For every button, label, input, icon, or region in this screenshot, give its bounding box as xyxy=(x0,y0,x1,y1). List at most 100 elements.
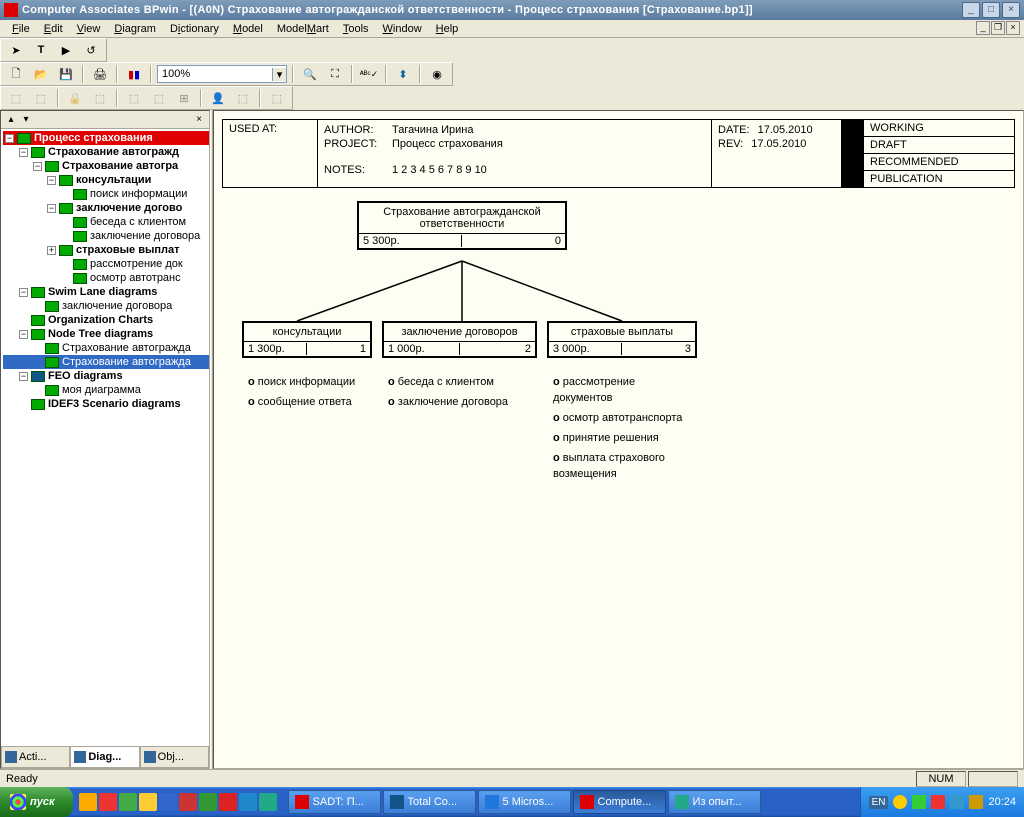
nav-up-icon[interactable]: ▴ xyxy=(5,114,17,125)
ql-icon[interactable] xyxy=(219,793,237,811)
tree-item[interactable]: беседа с клиентом xyxy=(3,215,209,229)
ql-icon[interactable] xyxy=(79,793,97,811)
tree-item[interactable]: −Страхование автогражд xyxy=(3,145,209,159)
ql-icon[interactable] xyxy=(159,793,177,811)
close-button[interactable]: × xyxy=(1002,2,1020,18)
tree-item[interactable]: заключение договора xyxy=(3,299,209,313)
menu-modelmart[interactable]: ModelMart xyxy=(271,22,335,36)
taskbar-button[interactable]: Из опыт... xyxy=(668,790,761,814)
expand-icon[interactable]: − xyxy=(19,288,28,297)
menu-view[interactable]: View xyxy=(71,22,107,36)
tree-item[interactable]: −заключение догово xyxy=(3,201,209,215)
lock-icon: 🔒 xyxy=(64,88,86,108)
ql-icon[interactable] xyxy=(139,793,157,811)
taskbar-button[interactable]: 5 Micros... xyxy=(478,790,571,814)
taskbar-button[interactable]: SADT: П... xyxy=(288,790,381,814)
tab-diagrams[interactable]: Diag... xyxy=(70,747,139,768)
child-node[interactable]: заключение договоров1 000р.2 xyxy=(382,321,537,358)
tab-activities[interactable]: Acti... xyxy=(1,747,70,768)
tray-icon[interactable] xyxy=(893,795,907,809)
ql-icon[interactable] xyxy=(259,793,277,811)
tree-item[interactable]: Страхование автогражда xyxy=(3,341,209,355)
minimize-button[interactable]: _ xyxy=(962,2,980,18)
taskbar-button[interactable]: Total Co... xyxy=(383,790,476,814)
expand-icon[interactable]: − xyxy=(33,162,42,171)
person-icon[interactable]: 👤 xyxy=(207,88,229,108)
tree-item[interactable]: Organization Charts xyxy=(3,313,209,327)
tray-shield-icon[interactable] xyxy=(931,795,945,809)
language-indicator[interactable]: EN xyxy=(869,796,889,809)
new-icon[interactable]: 🗋 xyxy=(5,64,27,84)
mdi-close-button[interactable]: × xyxy=(1006,21,1020,35)
refresh-icon[interactable]: ↺ xyxy=(80,40,102,60)
tray-icon[interactable] xyxy=(950,795,964,809)
menu-edit[interactable]: Edit xyxy=(38,22,69,36)
menu-tools[interactable]: Tools xyxy=(337,22,375,36)
tree-item[interactable]: моя диаграмма xyxy=(3,383,209,397)
tree-item[interactable]: +страховые выплат xyxy=(3,243,209,257)
taskbar-button[interactable]: Compute... xyxy=(573,790,666,814)
expand-icon[interactable]: − xyxy=(5,134,14,143)
tree-item[interactable]: −Страхование автогра xyxy=(3,159,209,173)
menu-window[interactable]: Window xyxy=(377,22,428,36)
explorer-icon[interactable]: ▮▮ xyxy=(123,64,145,84)
pointer-tool-icon[interactable]: ➤ xyxy=(5,40,27,60)
start-button[interactable]: пуск xyxy=(0,787,73,817)
play-icon[interactable]: ▶ xyxy=(55,40,77,60)
expand-icon[interactable]: − xyxy=(47,176,56,185)
tree-item[interactable]: −FEO diagrams xyxy=(3,369,209,383)
menu-help[interactable]: Help xyxy=(430,22,465,36)
ql-icon[interactable] xyxy=(199,793,217,811)
expand-icon[interactable]: − xyxy=(19,148,28,157)
child-node[interactable]: страховые выплаты3 000р.3 xyxy=(547,321,697,358)
text-tool-icon[interactable]: T xyxy=(30,40,52,60)
expand-icon[interactable]: − xyxy=(47,204,56,213)
menu-dictionary[interactable]: Dictionary xyxy=(164,22,225,36)
tree-item[interactable]: осмотр автотранс xyxy=(3,271,209,285)
tree-item[interactable]: IDEF3 Scenario diagrams xyxy=(3,397,209,411)
tree-item[interactable]: −Node Tree diagrams xyxy=(3,327,209,341)
menu-model[interactable]: Model xyxy=(227,22,269,36)
close-panel-icon[interactable]: × xyxy=(193,114,205,125)
clock[interactable]: 20:24 xyxy=(988,796,1016,808)
spellcheck-icon[interactable]: ᴬᴮᶜ✓ xyxy=(358,64,380,84)
hierarchy-icon[interactable]: ⬍ xyxy=(392,64,414,84)
ql-icon[interactable] xyxy=(99,793,117,811)
expand-icon[interactable]: − xyxy=(19,372,28,381)
ql-icon[interactable] xyxy=(119,793,137,811)
zoom-in-icon[interactable]: 🔍 xyxy=(299,64,321,84)
mm5-icon: ⬚ xyxy=(148,88,170,108)
child-node[interactable]: консультации1 300р.1 xyxy=(242,321,372,358)
menu-file[interactable]: File xyxy=(6,22,36,36)
tree-item[interactable]: заключение договора xyxy=(3,229,209,243)
menu-diagram[interactable]: Diagram xyxy=(108,22,162,36)
ql-icon[interactable] xyxy=(179,793,197,811)
print-icon[interactable]: 🖨 xyxy=(89,64,111,84)
tree-item[interactable]: −Процесс страхования xyxy=(3,131,209,145)
expand-icon[interactable]: − xyxy=(19,330,28,339)
ql-icon[interactable] xyxy=(239,793,257,811)
diagram-header: USED AT: AUTHOR:Тагачина Ирина PROJECT:П… xyxy=(222,119,1015,188)
save-icon[interactable]: 💾 xyxy=(55,64,77,84)
tray-icon[interactable] xyxy=(912,795,926,809)
tray-icon[interactable] xyxy=(969,795,983,809)
root-node[interactable]: Страхование автогражданской ответственно… xyxy=(357,201,567,250)
open-icon[interactable]: 📂 xyxy=(30,64,52,84)
mdi-minimize-button[interactable]: _ xyxy=(976,21,990,35)
tree-item[interactable]: −Swim Lane diagrams xyxy=(3,285,209,299)
maximize-button[interactable]: □ xyxy=(982,2,1000,18)
zoom-fit-icon[interactable]: ⛶ xyxy=(324,64,346,84)
zoom-select[interactable]: 100%▾ xyxy=(157,65,287,83)
diagram-canvas[interactable]: USED AT: AUTHOR:Тагачина Ирина PROJECT:П… xyxy=(213,110,1024,769)
tab-objects[interactable]: Obj... xyxy=(140,747,209,768)
tree-item[interactable]: рассмотрение док xyxy=(3,257,209,271)
node-icon xyxy=(59,203,73,214)
tree-item[interactable]: поиск информации xyxy=(3,187,209,201)
expand-icon[interactable]: + xyxy=(47,246,56,255)
model-tree[interactable]: −Процесс страхования−Страхование автогра… xyxy=(1,129,209,743)
report-icon[interactable]: ◉ xyxy=(426,64,448,84)
nav-down-icon[interactable]: ▾ xyxy=(20,114,32,125)
tree-item[interactable]: −консультации xyxy=(3,173,209,187)
mdi-restore-button[interactable]: ❐ xyxy=(991,21,1005,35)
tree-item[interactable]: Страхование автогражда xyxy=(3,355,209,369)
